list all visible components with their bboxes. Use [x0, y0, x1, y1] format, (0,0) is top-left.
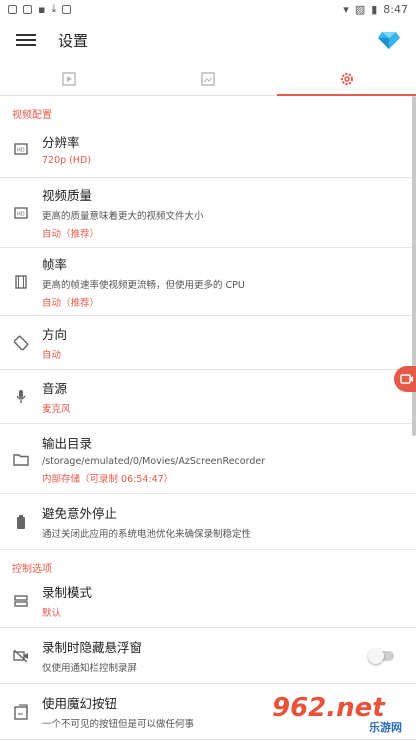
record-mode-icon: [14, 594, 28, 607]
section-video-config: 视频配置: [12, 110, 52, 121]
setting-title: 视频质量: [42, 188, 93, 203]
wifi-icon: ▾: [343, 2, 349, 16]
settings-list[interactable]: 视频配置 HD 分辨率 720p (HD) HD 视频质量 更高的质量意味着更大…: [0, 96, 416, 741]
app-bar: 设置: [0, 18, 416, 62]
microphone-icon: [16, 389, 26, 403]
magic-button-icon: [14, 703, 28, 720]
status-notifications: ▪ ⤓: [8, 2, 72, 16]
section-control-options: 控制选项: [12, 564, 52, 575]
setting-output-directory[interactable]: 输出目录 /storage/emulated/0/Movies/AzScreen…: [0, 424, 416, 494]
site-watermark: 962.net 乐游网: [272, 693, 410, 737]
setting-title: 音源: [42, 381, 68, 396]
setting-description: /storage/emulated/0/Movies/AzScreenRecor…: [42, 455, 266, 467]
setting-value: 内部存储（可录制 06:54:47）: [42, 473, 174, 485]
setting-orientation[interactable]: 方向 自动: [0, 316, 416, 370]
setting-value: 自动（推荐）: [42, 229, 100, 240]
setting-avoid-stop[interactable]: 避免意外停止 通过关闭此应用的系统电池优化来确保录制稳定性: [0, 494, 416, 550]
no-sim-icon: ▨: [354, 2, 366, 16]
setting-value: 默认: [42, 608, 62, 619]
setting-value: 麦克风: [42, 404, 71, 415]
setting-value: 自动（推荐）: [42, 298, 100, 309]
app-notification-icon: [23, 4, 32, 14]
tab-bar: [0, 62, 416, 96]
screen-rotation-icon: [13, 335, 29, 350]
setting-title: 帧率: [42, 257, 68, 272]
setting-description: 仅使用通知栏控制录屏: [42, 663, 138, 674]
setting-description: 通过关闭此应用的系统电池优化来确保录制稳定性: [42, 529, 252, 540]
video-notification-icon: ▪: [38, 2, 46, 16]
tab-videos[interactable]: [0, 62, 139, 95]
setting-hide-float-window[interactable]: 录制时隐藏悬浮窗 仅使用通知栏控制录屏: [0, 628, 416, 684]
menu-icon[interactable]: [16, 31, 36, 49]
gear-icon: [340, 72, 353, 85]
watermark-subtitle: 乐游网: [369, 721, 402, 734]
video-list-icon: [62, 71, 77, 86]
film-icon: [15, 274, 27, 289]
app-notification-icon: [62, 4, 72, 14]
page-title: 设置: [58, 31, 89, 50]
folder-icon: [13, 453, 29, 466]
download-icon: ⤓: [51, 2, 57, 15]
setting-value: 720p (HD): [42, 154, 92, 166]
clock: 8:47: [383, 2, 408, 16]
premium-diamond-icon[interactable]: [378, 30, 400, 50]
battery-icon: [17, 514, 25, 529]
setting-description: 更高的帧速率使视频更流畅，但使用更多的 CPU: [42, 280, 245, 291]
setting-record-mode[interactable]: 录制模式 默认: [0, 574, 416, 628]
setting-audio-source[interactable]: 音源 麦克风: [0, 370, 416, 424]
setting-video-quality[interactable]: HD 视频质量 更高的质量意味着更大的视频文件大小 自动（推荐）: [0, 178, 416, 248]
tab-settings[interactable]: [277, 62, 416, 96]
hd-quality-icon: HD: [14, 206, 28, 219]
setting-description: 更高的质量意味着更大的视频文件大小: [42, 211, 204, 222]
setting-value: 自动: [42, 350, 62, 361]
svg-text:HD: HD: [17, 211, 25, 217]
status-bar: ▪ ⤓ ▾ ▨ ▮ 8:47: [0, 0, 416, 18]
setting-resolution[interactable]: HD 分辨率 720p (HD): [0, 120, 416, 178]
battery-icon: ▮: [371, 2, 378, 16]
setting-title: 方向: [42, 327, 68, 342]
tab-images[interactable]: [139, 62, 278, 95]
setting-title: 避免意外停止: [42, 506, 118, 521]
setting-frame-rate[interactable]: 帧率 更高的帧速率使视频更流畅，但使用更多的 CPU 自动（推荐）: [0, 248, 416, 316]
setting-title: 录制模式: [42, 585, 93, 600]
video-off-icon: [13, 648, 28, 663]
app-notification-icon: [8, 4, 17, 14]
hd-icon: HD: [14, 142, 28, 155]
setting-title: 录制时隐藏悬浮窗: [42, 640, 143, 655]
hide-float-toggle[interactable]: [362, 628, 402, 683]
svg-text:HD: HD: [17, 147, 25, 153]
setting-title: 输出目录: [42, 435, 93, 451]
floating-record-button[interactable]: [394, 366, 416, 392]
camera-record-icon: [400, 374, 413, 384]
image-icon: [201, 71, 215, 86]
setting-title: 分辨率: [42, 134, 80, 150]
